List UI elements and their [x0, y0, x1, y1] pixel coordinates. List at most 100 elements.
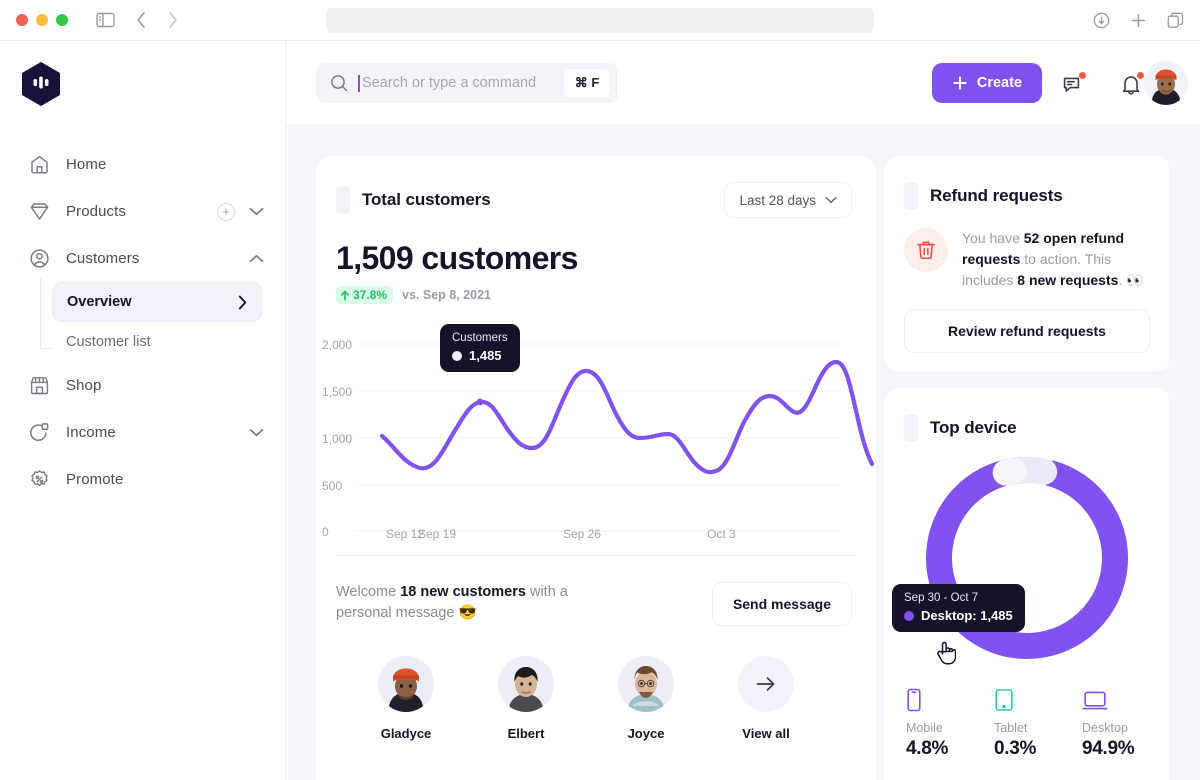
chart-tooltip: Customers 1,485 — [440, 324, 520, 372]
list-item[interactable]: Elbert — [466, 656, 586, 741]
donut-tooltip: Sep 30 - Oct 7 Desktop: 1,485 — [892, 584, 1025, 632]
total-customers-card: Total customers Last 28 days 1,509 custo… — [316, 156, 876, 780]
device-breakdown: Mobile 4.8% Tablet 0.3% Desktop 94.9% — [884, 678, 1170, 760]
list-item[interactable]: Joyce — [586, 656, 706, 741]
device-label: Mobile — [906, 721, 943, 735]
add-product-button[interactable]: + — [217, 202, 235, 221]
sidebar-item-label: Home — [66, 156, 107, 173]
download-icon[interactable] — [1093, 12, 1110, 29]
device-desktop: Desktop 94.9% — [1082, 686, 1170, 760]
tooltip-value: Desktop: 1,485 — [921, 608, 1013, 623]
message-icon[interactable] — [1061, 71, 1087, 97]
back-button[interactable] — [135, 11, 147, 29]
device-label: Tablet — [994, 721, 1028, 735]
review-refund-requests-button[interactable]: Review refund requests — [904, 309, 1150, 353]
sidebar-item-overview[interactable]: Overview — [52, 282, 262, 322]
sidebar-panel-icon[interactable] — [96, 12, 115, 28]
device-tablet: Tablet 0.3% — [994, 686, 1082, 760]
message-badge — [1078, 71, 1087, 80]
minimize-window-button[interactable] — [36, 14, 48, 26]
search-input[interactable]: Search or type a command ⌘ F — [316, 63, 618, 103]
sidebar-subitem-label: Overview — [67, 294, 132, 310]
search-shortcut-badge: ⌘ F — [564, 69, 610, 97]
create-button[interactable]: Create — [931, 63, 1042, 103]
device-mobile: Mobile 4.8% — [906, 686, 994, 760]
home-icon — [28, 154, 50, 176]
welcome-count: 18 new customers — [400, 584, 526, 600]
address-bar[interactable] — [326, 8, 874, 33]
new-tab-icon[interactable] — [1130, 12, 1147, 29]
avatar-elbert — [498, 656, 554, 712]
donut-chart-svg — [926, 457, 1128, 659]
refund-text-1: You have — [962, 230, 1024, 246]
total-customers-value: 1,509 customers — [336, 240, 578, 276]
plus-icon — [952, 75, 968, 91]
diamond-icon — [28, 201, 50, 223]
x-tick-label: Sep 12 — [386, 527, 425, 541]
top-device-card: Top device Sep 30 - Oct 7 Desktop: 1,485 — [884, 388, 1170, 780]
forward-button[interactable] — [167, 11, 179, 29]
welcome-prefix: Welcome — [336, 584, 401, 600]
sidebar-nav: Home Products + Customers Overview Custo… — [0, 141, 286, 503]
chevron-down-icon[interactable] — [249, 207, 264, 216]
app-logo[interactable] — [20, 61, 62, 107]
device-label: Desktop — [1082, 721, 1128, 735]
user-circle-icon — [28, 248, 50, 270]
sidebar-subnav-customers: Overview Customer list — [0, 278, 286, 362]
list-item[interactable]: Gladyce — [346, 656, 466, 741]
sidebar-item-customer-list[interactable]: Customer list — [52, 322, 262, 362]
topbar: Search or type a command ⌘ F Create — [286, 41, 1200, 124]
avatar-joyce — [618, 656, 674, 712]
sidebar-item-label: Shop — [66, 377, 102, 394]
store-icon — [28, 375, 50, 397]
bell-icon[interactable] — [1119, 71, 1145, 97]
close-window-button[interactable] — [16, 14, 28, 26]
welcome-message: Welcome 18 new customers with a personal… — [336, 582, 596, 624]
trash-basket-icon — [904, 228, 948, 272]
view-all-label: View all — [742, 726, 790, 741]
refund-new-count: 8 new requests — [1017, 272, 1119, 288]
sidebar-item-products[interactable]: Products + — [0, 188, 286, 235]
main-content: Total customers Last 28 days 1,509 custo… — [286, 124, 1200, 780]
customers-line-chart: 2,000 1,500 1,000 500 0 Customers 1,485 … — [316, 324, 876, 549]
desktop-icon — [1082, 686, 1170, 712]
chevron-up-icon[interactable] — [249, 254, 264, 263]
top-device-donut-chart: Sep 30 - Oct 7 Desktop: 1,485 — [884, 448, 1170, 678]
search-icon — [330, 74, 348, 92]
sidebar-item-label: Products — [66, 203, 126, 220]
send-message-button[interactable]: Send message — [711, 582, 852, 626]
sidebar-subitem-label: Customer list — [66, 334, 151, 350]
refund-requests-card: Refund requests You have 52 open refund … — [884, 156, 1170, 372]
zoom-window-button[interactable] — [56, 14, 68, 26]
text-caret — [358, 74, 360, 92]
device-value: 0.3% — [994, 738, 1037, 759]
delta-value: 37.8% — [353, 288, 388, 302]
card-accent-bar — [904, 182, 918, 210]
list-item-label: Joyce — [627, 726, 665, 741]
chevron-right-icon — [238, 295, 247, 310]
device-value: 94.9% — [1082, 738, 1135, 759]
copy-tabs-icon[interactable] — [1167, 12, 1184, 29]
period-label: Last 28 days — [739, 192, 816, 208]
x-tick-label: Oct 3 — [707, 527, 736, 541]
tooltip-series-dot — [904, 610, 914, 621]
sidebar-item-income[interactable]: Income — [0, 409, 286, 456]
period-selector[interactable]: Last 28 days — [724, 182, 852, 218]
x-tick-label: Sep 26 — [563, 527, 602, 541]
tooltip-title: Customers — [452, 332, 508, 344]
sidebar-item-customers[interactable]: Customers — [0, 235, 286, 282]
list-item-label: Gladyce — [380, 726, 432, 741]
tablet-icon — [994, 686, 1082, 712]
page-title: Total customers — [362, 190, 491, 209]
sidebar-item-home[interactable]: Home — [0, 141, 286, 188]
discount-badge-icon — [28, 469, 50, 491]
delta-compare-label: vs. Sep 8, 2021 — [402, 288, 491, 302]
sidebar-item-promote[interactable]: Promote — [0, 456, 286, 503]
sidebar-item-shop[interactable]: Shop — [0, 362, 286, 409]
view-all-customers[interactable]: View all — [706, 656, 826, 741]
device-value: 4.8% — [906, 738, 949, 759]
chevron-down-icon[interactable] — [249, 428, 264, 437]
user-avatar[interactable] — [1144, 61, 1188, 105]
line-chart-svg — [356, 343, 875, 532]
sidebar-item-label: Promote — [66, 471, 124, 488]
